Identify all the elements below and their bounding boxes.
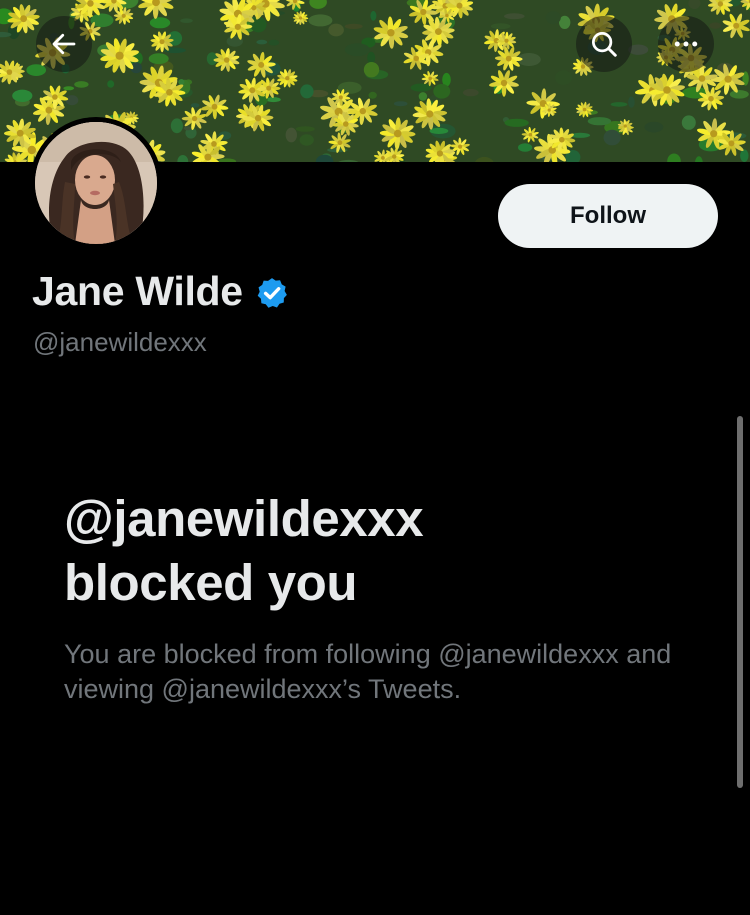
verified-badge-icon: [257, 277, 287, 308]
follow-button[interactable]: Follow: [498, 184, 718, 248]
search-icon: [592, 32, 617, 57]
avatar-portrait: [35, 122, 157, 244]
more-horizontal-icon: [674, 41, 698, 47]
display-name-row: Jane Wilde: [32, 268, 289, 315]
blocked-title-line-2: blocked you: [64, 554, 358, 611]
more-button[interactable]: [658, 16, 714, 72]
back-button[interactable]: [36, 16, 92, 72]
avatar-image: [35, 122, 157, 244]
handle: @janewildexxx: [33, 327, 207, 357]
blocked-description: You are blocked from following @janewild…: [64, 639, 672, 704]
scrollbar[interactable]: [737, 416, 743, 788]
arrow-left-icon: [52, 33, 76, 55]
blocked-title: @janewildexxx blocked you: [64, 487, 684, 615]
search-button[interactable]: [576, 16, 632, 72]
display-name: Jane Wilde: [32, 268, 243, 314]
avatar[interactable]: [30, 117, 162, 249]
profile-page: Follow Jane Wilde @janewildexxx @janewil…: [0, 0, 750, 915]
blocked-title-line-1: @janewildexxx: [64, 490, 424, 547]
